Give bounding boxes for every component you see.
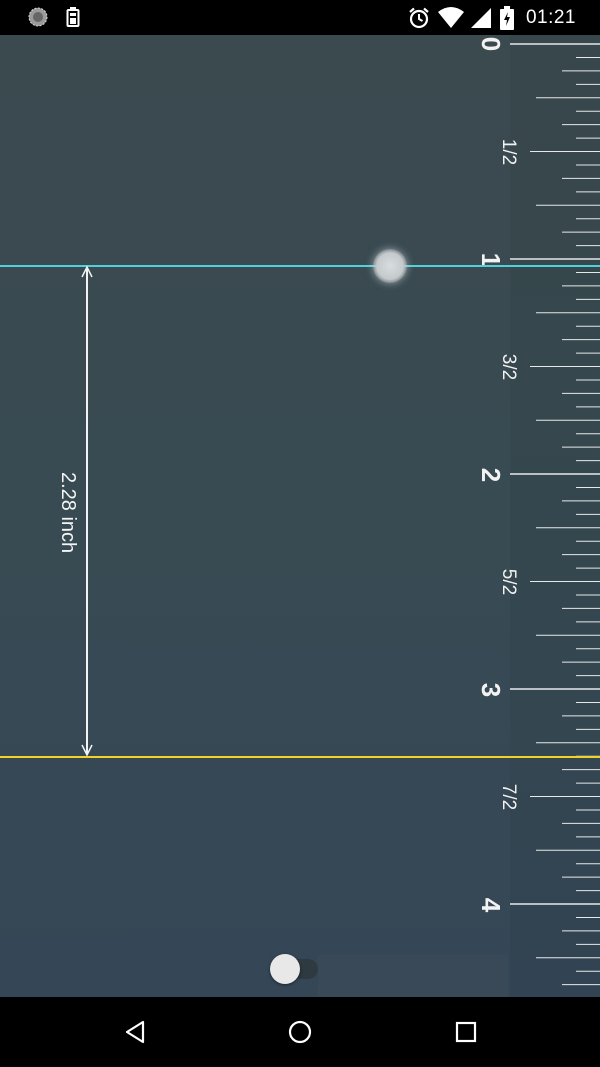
back-icon[interactable] [120,1017,150,1047]
home-icon[interactable] [285,1017,315,1047]
clock-time: 01:21 [525,7,576,28]
ruler-label-half-7: 7/2 [498,783,519,811]
toggle-background [318,955,508,997]
ruler-area[interactable]: 0 1 2 3 4 1/2 3/2 5/2 7/2 2.28 inch [0,35,600,997]
wifi-icon [437,6,465,35]
battery-saver-icon [66,7,80,32]
ruler-label-4: 4 [476,897,506,913]
alarm-icon [407,6,431,35]
ruler-label-half-5: 5/2 [498,568,519,596]
nav-bar [0,997,600,1067]
ruler-label-3: 3 [476,682,506,698]
toggle-switch[interactable] [270,954,300,984]
measurement-value: 2.28 inch [57,472,79,554]
cellular-icon [469,6,493,35]
recents-icon[interactable] [451,1017,481,1047]
screen: 01:21 0 1 2 3 4 1/2 3/2 5/2 7/2 2.28 inc… [0,0,600,1067]
ruler-label-half-3: 3/2 [498,353,519,381]
status-bar: 01:21 [0,0,600,35]
battery-charging-icon [500,6,514,35]
drag-handle[interactable] [373,249,407,283]
ruler-label-2: 2 [476,467,506,483]
spinner-icon [28,7,48,32]
ruler-label-half-1: 1/2 [498,138,519,166]
ruler-label-1: 1 [476,252,506,268]
ruler-label-0: 0 [476,36,506,52]
